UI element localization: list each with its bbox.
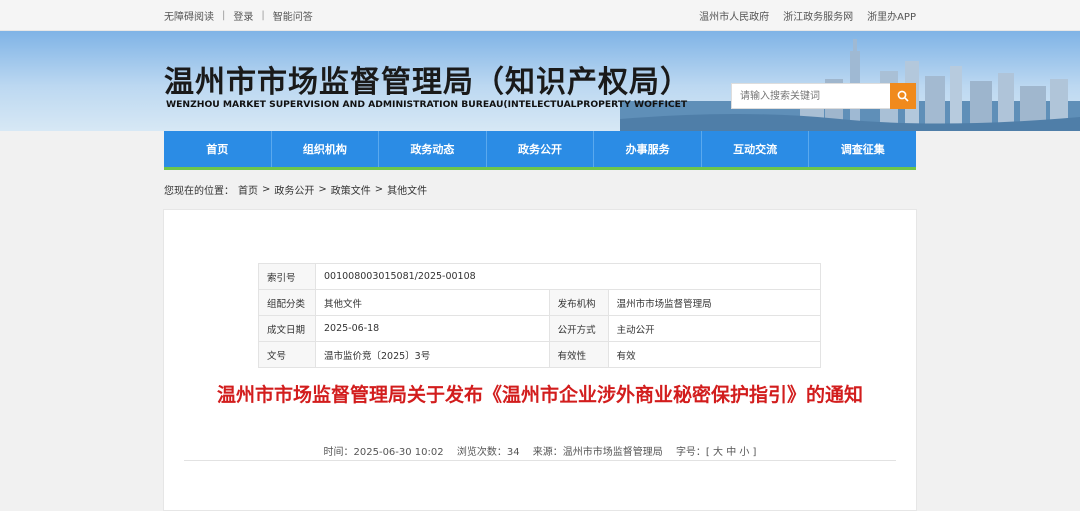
- nav-services[interactable]: 办事服务: [594, 131, 702, 167]
- site-subtitle-english: WENZHOU MARKET SUPERVISION AND ADMINISTR…: [166, 99, 688, 110]
- view-count-value: 34: [506, 447, 520, 458]
- document-source: 来源：温州市市场监督管理局: [532, 447, 663, 458]
- view-count: 浏览次数：34: [457, 447, 520, 458]
- category-value: 其他文件: [315, 289, 550, 316]
- zheliban-app-link[interactable]: 浙里办APP: [867, 8, 916, 23]
- top-utility-bar: 无障碍阅读 | 登录 | 智能问答 温州市人民政府 浙江政务服务网 浙里办APP: [0, 0, 1080, 31]
- header-banner: 温州市市场监督管理局（知识产权局） WENZHOU MARKET SUPERVI…: [0, 31, 1080, 131]
- document-info-line: 时间：2025-06-30 10:02 浏览次数：34 来源：温州市市场监督管理…: [164, 443, 916, 458]
- breadcrumb: 您现在的位置： 首页 > 政务公开 > 政策文件 > 其他文件: [164, 169, 916, 209]
- search-icon: [897, 90, 909, 102]
- nav-organization[interactable]: 组织机构: [271, 131, 380, 167]
- search-button[interactable]: [890, 83, 916, 109]
- search-input[interactable]: [731, 83, 890, 109]
- document-metadata-table: 索引号 001008003015081/2025-00108 组配分类 其他文件…: [258, 263, 822, 368]
- nav-survey[interactable]: 调查征集: [809, 131, 917, 167]
- city-government-link[interactable]: 温州市人民政府: [699, 8, 769, 23]
- breadcrumb-separator: >: [262, 183, 271, 195]
- main-navigation: 首页 组织机构 政务动态 政务公开 办事服务 互动交流 调查征集: [0, 131, 1080, 170]
- open-method-value: 主动公开: [607, 315, 822, 342]
- validity-value: 有效: [607, 341, 822, 368]
- font-size-control[interactable]: 字号：[ 大 中 小 ]: [676, 447, 757, 458]
- article-panel: 索引号 001008003015081/2025-00108 组配分类 其他文件…: [163, 209, 917, 511]
- view-count-label: 浏览次数：: [456, 447, 507, 458]
- table-row: 文号 温市监价竞〔2025〕3号 有效性 有效: [258, 341, 822, 368]
- category-label: 组配分类: [258, 289, 316, 316]
- search-box: [731, 83, 916, 109]
- publisher-label: 发布机构: [548, 289, 609, 316]
- zhejiang-service-link[interactable]: 浙江政务服务网: [783, 8, 853, 23]
- breadcrumb-separator: >: [374, 183, 384, 195]
- breadcrumb-affairs[interactable]: 政务公开: [274, 182, 314, 197]
- publisher-value: 温州市市场监督管理局: [607, 289, 822, 316]
- site-title: 温州市市场监督管理局（知识产权局）: [164, 65, 691, 100]
- nav-government-affairs-disclosure[interactable]: 政务公开: [486, 131, 595, 167]
- document-title: 温州市市场监督管理局关于发布《温州市企业涉外商业秘密保护指引》的通知: [216, 384, 863, 406]
- open-method-label: 公开方式: [548, 315, 609, 342]
- divider: |: [222, 9, 226, 21]
- index-value: 001008003015081/2025-00108: [315, 263, 821, 290]
- table-row: 组配分类 其他文件 发布机构 温州市市场监督管理局: [258, 289, 822, 316]
- docno-value: 温市监价竞〔2025〕3号: [315, 341, 550, 368]
- publish-time: 时间：2025-06-30 10:02: [323, 447, 444, 458]
- breadcrumb-prefix: 您现在的位置：: [164, 185, 234, 197]
- accessibility-link[interactable]: 无障碍阅读: [164, 8, 214, 23]
- nav-government-news[interactable]: 政务动态: [379, 131, 487, 167]
- docno-label: 文号: [258, 341, 316, 368]
- index-label: 索引号: [258, 263, 316, 290]
- nav-interaction[interactable]: 互动交流: [701, 131, 810, 167]
- date-label: 成文日期: [258, 315, 316, 342]
- table-row: 成文日期 2025-06-18 公开方式 主动公开: [258, 315, 822, 342]
- date-value: 2025-06-18: [315, 315, 550, 342]
- breadcrumb-other-files[interactable]: 其他文件: [387, 182, 427, 197]
- breadcrumb-policy[interactable]: 政策文件: [331, 182, 371, 197]
- login-link[interactable]: 登录: [233, 8, 253, 23]
- validity-label: 有效性: [548, 341, 609, 368]
- nav-home[interactable]: 首页: [164, 131, 272, 167]
- divider: [184, 460, 896, 461]
- table-row: 索引号 001008003015081/2025-00108: [258, 263, 821, 290]
- divider: |: [261, 9, 265, 21]
- smart-qa-link[interactable]: 智能问答: [273, 8, 313, 23]
- breadcrumb-separator: >: [318, 183, 327, 195]
- breadcrumb-home[interactable]: 首页: [238, 182, 258, 197]
